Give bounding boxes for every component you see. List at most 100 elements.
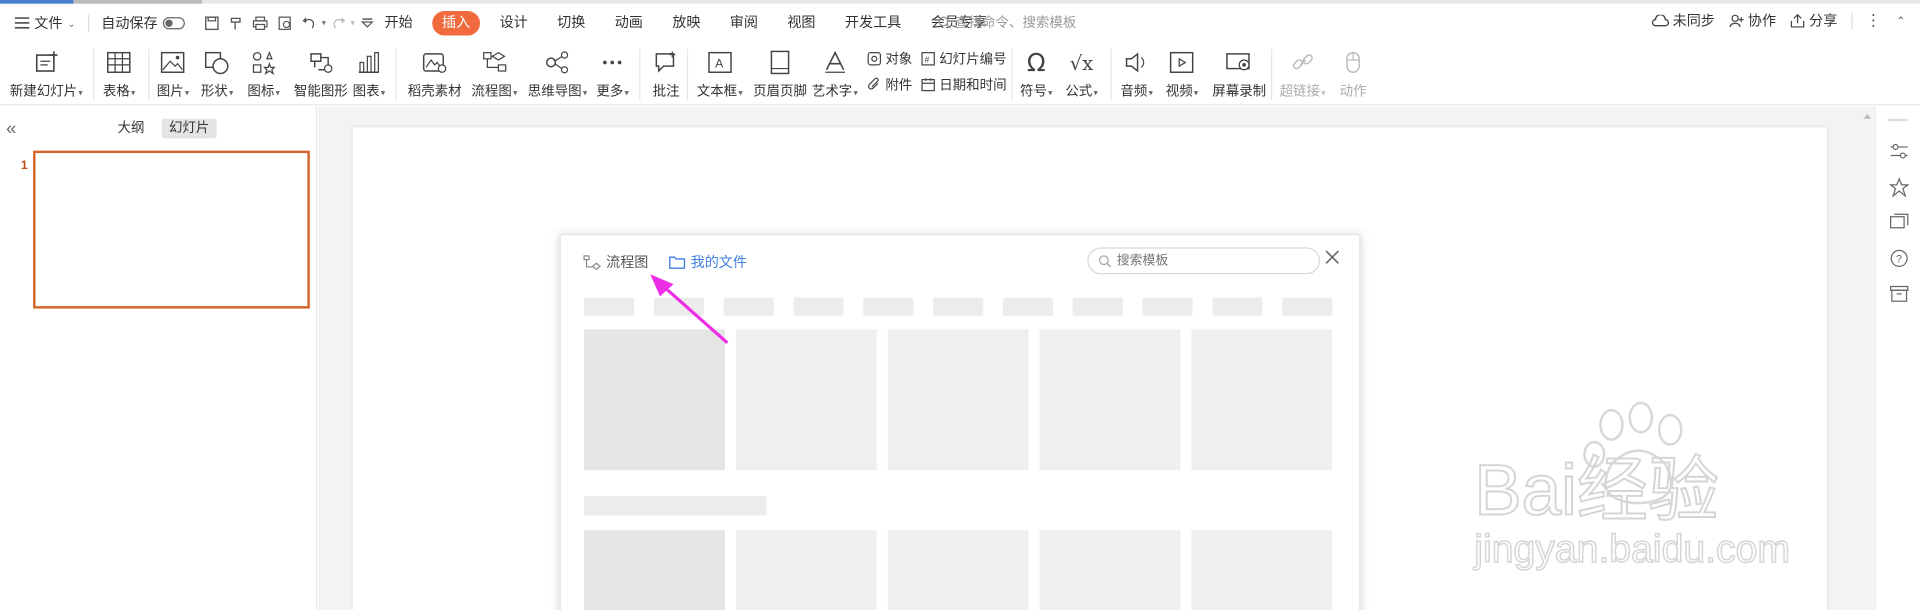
sync-label: 未同步	[1672, 14, 1715, 30]
icon-button[interactable]: 图标▾	[247, 47, 280, 101]
wordart-icon	[819, 47, 851, 79]
dialog-tab-myfiles[interactable]: 我的文件	[669, 252, 747, 272]
wordart-button[interactable]: 艺术字▾	[812, 47, 858, 101]
collapse-panel-icon[interactable]: «	[6, 119, 16, 140]
tab-design[interactable]: 设计	[490, 11, 538, 35]
flowchart-icon	[478, 47, 510, 79]
tab-insert[interactable]: 插入	[432, 11, 481, 36]
mouse-icon	[1337, 47, 1369, 79]
tab-view[interactable]: 视图	[778, 11, 826, 35]
tab-developer[interactable]: 开发工具	[835, 11, 911, 35]
loading-skeleton	[1072, 297, 1123, 316]
ribbon-tabs: 开始 插入 设计 切换 动画 放映 审阅 视图 开发工具 会员专享	[375, 11, 1007, 36]
file-menu[interactable]: 文件 ⌄	[7, 10, 83, 37]
template-search-input[interactable]	[1116, 253, 1301, 269]
tab-review[interactable]: 审阅	[720, 11, 768, 35]
slide-switch-icon[interactable]	[1888, 212, 1910, 234]
screen-record-label: 屏幕录制	[1212, 84, 1267, 100]
chart-button[interactable]: 图表▾	[353, 47, 385, 101]
audio-button[interactable]: 音频▾	[1120, 47, 1153, 101]
tab-outline[interactable]: 大纲	[110, 119, 152, 139]
close-icon[interactable]	[1325, 250, 1340, 268]
formula-button[interactable]: √x 公式▾	[1065, 47, 1097, 101]
autosave-toggle[interactable]: 自动保存	[94, 10, 192, 37]
hyperlink-label: 超链接	[1279, 84, 1321, 100]
header-footer-button[interactable]: 页眉页脚	[753, 47, 807, 101]
hyperlink-button[interactable]: 超链接▾	[1280, 47, 1326, 101]
scroll-up-icon[interactable]	[1863, 113, 1872, 119]
smart-graphic-button[interactable]: 智能图形	[294, 47, 348, 101]
flowchart-button[interactable]: 流程图▾	[471, 47, 517, 101]
template-search[interactable]	[1087, 247, 1321, 275]
collaborate-button[interactable]: 协作	[1730, 11, 1776, 31]
tab-slideshow[interactable]: 放映	[662, 11, 710, 35]
dialog-tab-flowchart[interactable]: 流程图	[583, 252, 648, 272]
object-button[interactable]: 对象	[867, 49, 912, 69]
template-card-skeleton	[1039, 329, 1181, 471]
svg-text:?: ?	[1896, 254, 1902, 266]
command-search[interactable]: 查找命令、搜索模板	[938, 12, 1076, 32]
formula-label: 公式	[1065, 84, 1093, 100]
comment-button[interactable]: 批注	[650, 47, 682, 101]
print-icon[interactable]	[248, 11, 272, 35]
template-card-skeleton	[887, 530, 1029, 610]
chevron-down-icon: ⌄	[67, 17, 76, 29]
action-button[interactable]: 动作	[1337, 47, 1369, 101]
video-button[interactable]: 视频▾	[1166, 47, 1198, 101]
loading-skeleton	[1212, 297, 1263, 316]
tab-transitions[interactable]: 切换	[547, 11, 595, 35]
share-button[interactable]: 分享	[1791, 11, 1837, 31]
textbox-button[interactable]: A 文本框▾	[697, 47, 743, 101]
shape-button[interactable]: 形状▾	[201, 47, 233, 101]
format-painter-icon[interactable]	[224, 11, 248, 35]
collapse-ribbon-icon[interactable]: ⌃	[1896, 14, 1905, 27]
sync-status-button[interactable]: 未同步	[1651, 11, 1715, 31]
save-icon[interactable]	[199, 11, 223, 35]
table-label: 表格	[102, 84, 130, 100]
backup-icon[interactable]	[1888, 283, 1910, 305]
chart-icon	[353, 47, 385, 79]
template-card-skeleton	[735, 329, 877, 471]
properties-icon[interactable]	[1888, 141, 1910, 163]
more-options-icon[interactable]: ⋮	[1865, 11, 1881, 31]
loading-skeleton	[1002, 297, 1054, 316]
speaker-icon	[1121, 47, 1153, 79]
tab-animations[interactable]: 动画	[605, 11, 653, 35]
table-button[interactable]: 表格▾	[103, 47, 135, 101]
undo-icon[interactable]	[297, 11, 321, 35]
vertical-scrollbar[interactable]	[1860, 106, 1875, 610]
picture-button[interactable]: 图片▾	[157, 47, 189, 101]
mindmap-button[interactable]: 思维导图▾	[528, 47, 587, 101]
tab-home[interactable]: 开始	[375, 11, 423, 35]
attachment-button[interactable]: 附件	[867, 75, 912, 95]
slide-number: 1	[20, 159, 28, 173]
screen-record-button[interactable]: 屏幕录制	[1212, 47, 1266, 101]
audio-label: 音频	[1120, 84, 1148, 100]
divider	[1851, 12, 1854, 30]
shape-icon	[201, 47, 233, 79]
symbol-button[interactable]: Ω 符号▾	[1020, 47, 1052, 101]
right-menu: 未同步 协作 分享 ⋮ ⌃	[1637, 11, 1905, 31]
loading-skeleton	[584, 297, 635, 316]
print-preview-icon[interactable]	[273, 11, 297, 35]
docer-material-button[interactable]: 稻壳素材	[408, 47, 462, 101]
new-slide-icon	[30, 47, 62, 79]
more-dots-icon	[597, 47, 629, 79]
new-slide-button[interactable]: 新建幻灯片▾	[10, 47, 83, 101]
comment-label: 批注	[652, 84, 680, 100]
sidebar-handle	[1888, 118, 1908, 122]
date-time-button[interactable]: 日期和时间	[921, 75, 1007, 95]
svg-text:A: A	[715, 56, 724, 70]
more-button[interactable]: 更多▾	[596, 47, 629, 101]
section-title-skeleton	[584, 495, 767, 516]
table-icon	[103, 47, 135, 79]
loading-skeleton	[863, 297, 914, 316]
redo-icon[interactable]	[326, 11, 350, 35]
help-icon[interactable]: ?	[1888, 247, 1910, 269]
panel-tabs: 大纲 幻灯片	[110, 118, 226, 139]
loading-skeleton	[793, 297, 844, 316]
animation-icon[interactable]	[1888, 176, 1910, 198]
slide-number-button[interactable]: # 幻灯片编号	[921, 49, 1007, 69]
tab-slides[interactable]: 幻灯片	[161, 118, 217, 139]
slide-thumbnail[interactable]	[33, 150, 310, 309]
